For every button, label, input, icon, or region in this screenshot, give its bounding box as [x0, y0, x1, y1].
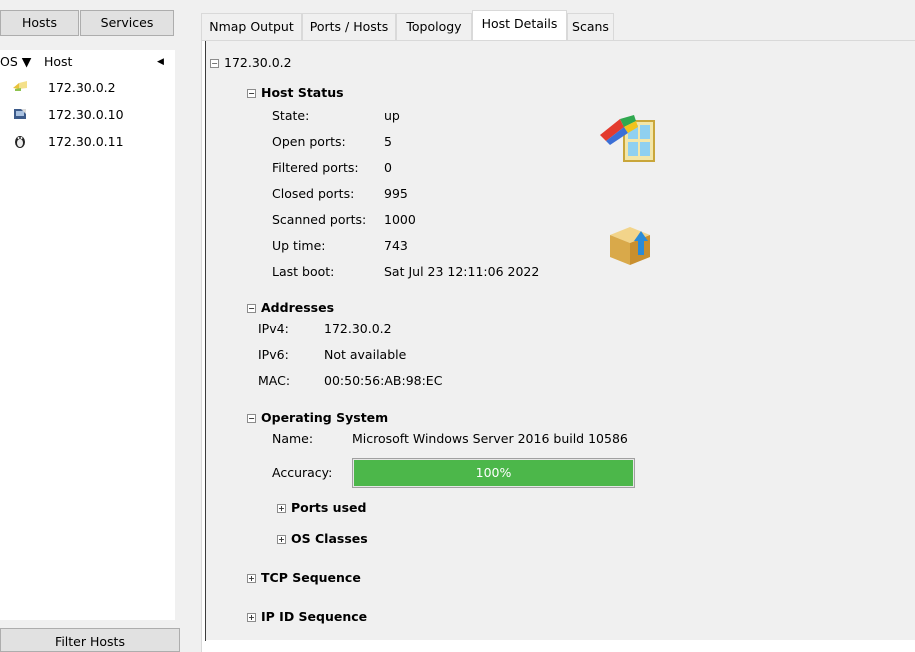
tab-host-details[interactable]: Host Details — [472, 10, 567, 40]
tab-scans[interactable]: Scans — [567, 13, 614, 40]
os-classes-node[interactable]: + OS Classes — [277, 531, 368, 546]
ipv4-label: IPv4: — [258, 321, 289, 336]
host-list: OS ▼ Host ◀ 172.30.0.2 172.30.0.10 172.3… — [0, 50, 175, 620]
scanned-ports-value: 1000 — [384, 212, 416, 227]
section-title: Host Status — [261, 85, 344, 100]
section-title: Addresses — [261, 300, 335, 315]
collapse-icon[interactable]: − — [210, 59, 219, 68]
collapse-arrow-icon[interactable]: ◀ — [157, 50, 164, 74]
vmware-icon — [12, 107, 28, 121]
tcp-sequence-section[interactable]: + TCP Sequence — [247, 570, 361, 585]
host-status-section[interactable]: − Host Status — [247, 85, 344, 100]
host-row[interactable]: 172.30.0.11 — [0, 128, 175, 155]
expand-icon[interactable]: + — [247, 613, 256, 622]
host-list-header: OS ▼ Host ◀ — [0, 50, 175, 74]
scanned-ports-label: Scanned ports: — [272, 212, 367, 227]
expand-icon[interactable]: + — [247, 574, 256, 583]
section-title: IP ID Sequence — [261, 609, 368, 624]
host-node-label: 172.30.0.2 — [224, 55, 292, 70]
last-boot-label: Last boot: — [272, 264, 335, 279]
filter-hosts-button[interactable]: Filter Hosts — [0, 628, 180, 652]
open-ports-label: Open ports: — [272, 134, 346, 149]
host-details-panel: −172.30.0.2 − Host Status State: up Open … — [201, 40, 915, 652]
ipv6-value: Not available — [324, 347, 407, 362]
os-section[interactable]: − Operating System — [247, 410, 388, 425]
os-name-value: Microsoft Windows Server 2016 build 1058… — [352, 431, 628, 446]
host-row[interactable]: 172.30.0.2 — [0, 74, 175, 101]
os-column-header[interactable]: OS ▼ — [0, 50, 31, 74]
services-tab[interactable]: Services — [80, 10, 174, 36]
open-ports-value: 5 — [384, 134, 392, 149]
expand-icon[interactable]: + — [277, 535, 286, 544]
section-title: TCP Sequence — [261, 570, 361, 585]
collapse-icon[interactable]: − — [247, 304, 256, 313]
node-label: Ports used — [291, 500, 367, 515]
expand-icon[interactable]: + — [277, 504, 286, 513]
ipv4-value: 172.30.0.2 — [324, 321, 392, 336]
tab-nmap-output[interactable]: Nmap Output — [201, 13, 302, 40]
host-ip: 172.30.0.10 — [48, 107, 124, 122]
uptime-box-icon — [604, 221, 656, 270]
filtered-ports-label: Filtered ports: — [272, 160, 359, 175]
accuracy-label: Accuracy: — [272, 465, 333, 480]
os-name-label: Name: — [272, 431, 314, 446]
collapse-icon[interactable]: − — [247, 414, 256, 423]
mac-label: MAC: — [258, 373, 291, 388]
windows-icon — [12, 80, 28, 94]
state-label: State: — [272, 108, 310, 123]
accuracy-progress-bar: 100% — [352, 458, 635, 488]
host-row[interactable]: 172.30.0.10 — [0, 101, 175, 128]
node-label: OS Classes — [291, 531, 368, 546]
tab-ports-hosts[interactable]: Ports / Hosts — [302, 13, 396, 40]
closed-ports-value: 995 — [384, 186, 408, 201]
closed-ports-label: Closed ports: — [272, 186, 355, 201]
uptime-value: 743 — [384, 238, 408, 253]
section-title: Operating System — [261, 410, 389, 425]
linux-penguin-icon — [12, 134, 28, 148]
addresses-section[interactable]: − Addresses — [247, 300, 334, 315]
ipid-sequence-section[interactable]: + IP ID Sequence — [247, 609, 367, 624]
left-tab-bar: Hosts Services — [0, 10, 175, 36]
filtered-ports-value: 0 — [384, 160, 392, 175]
accuracy-value: 100% — [475, 465, 512, 480]
uptime-label: Up time: — [272, 238, 326, 253]
ports-used-node[interactable]: + Ports used — [277, 500, 366, 515]
host-node[interactable]: −172.30.0.2 — [210, 55, 292, 70]
tab-topology[interactable]: Topology — [396, 13, 472, 40]
mac-value: 00:50:56:AB:98:EC — [324, 373, 443, 388]
last-boot-value: Sat Jul 23 12:11:06 2022 — [384, 264, 540, 279]
host-ip: 172.30.0.2 — [48, 80, 116, 95]
host-ip: 172.30.0.11 — [48, 134, 124, 149]
state-value: up — [384, 108, 400, 123]
collapse-icon[interactable]: − — [247, 89, 256, 98]
ipv6-label: IPv6: — [258, 347, 289, 362]
hosts-tab[interactable]: Hosts — [0, 10, 79, 36]
host-column-header[interactable]: Host — [44, 50, 72, 74]
windows-os-icon — [598, 111, 660, 166]
